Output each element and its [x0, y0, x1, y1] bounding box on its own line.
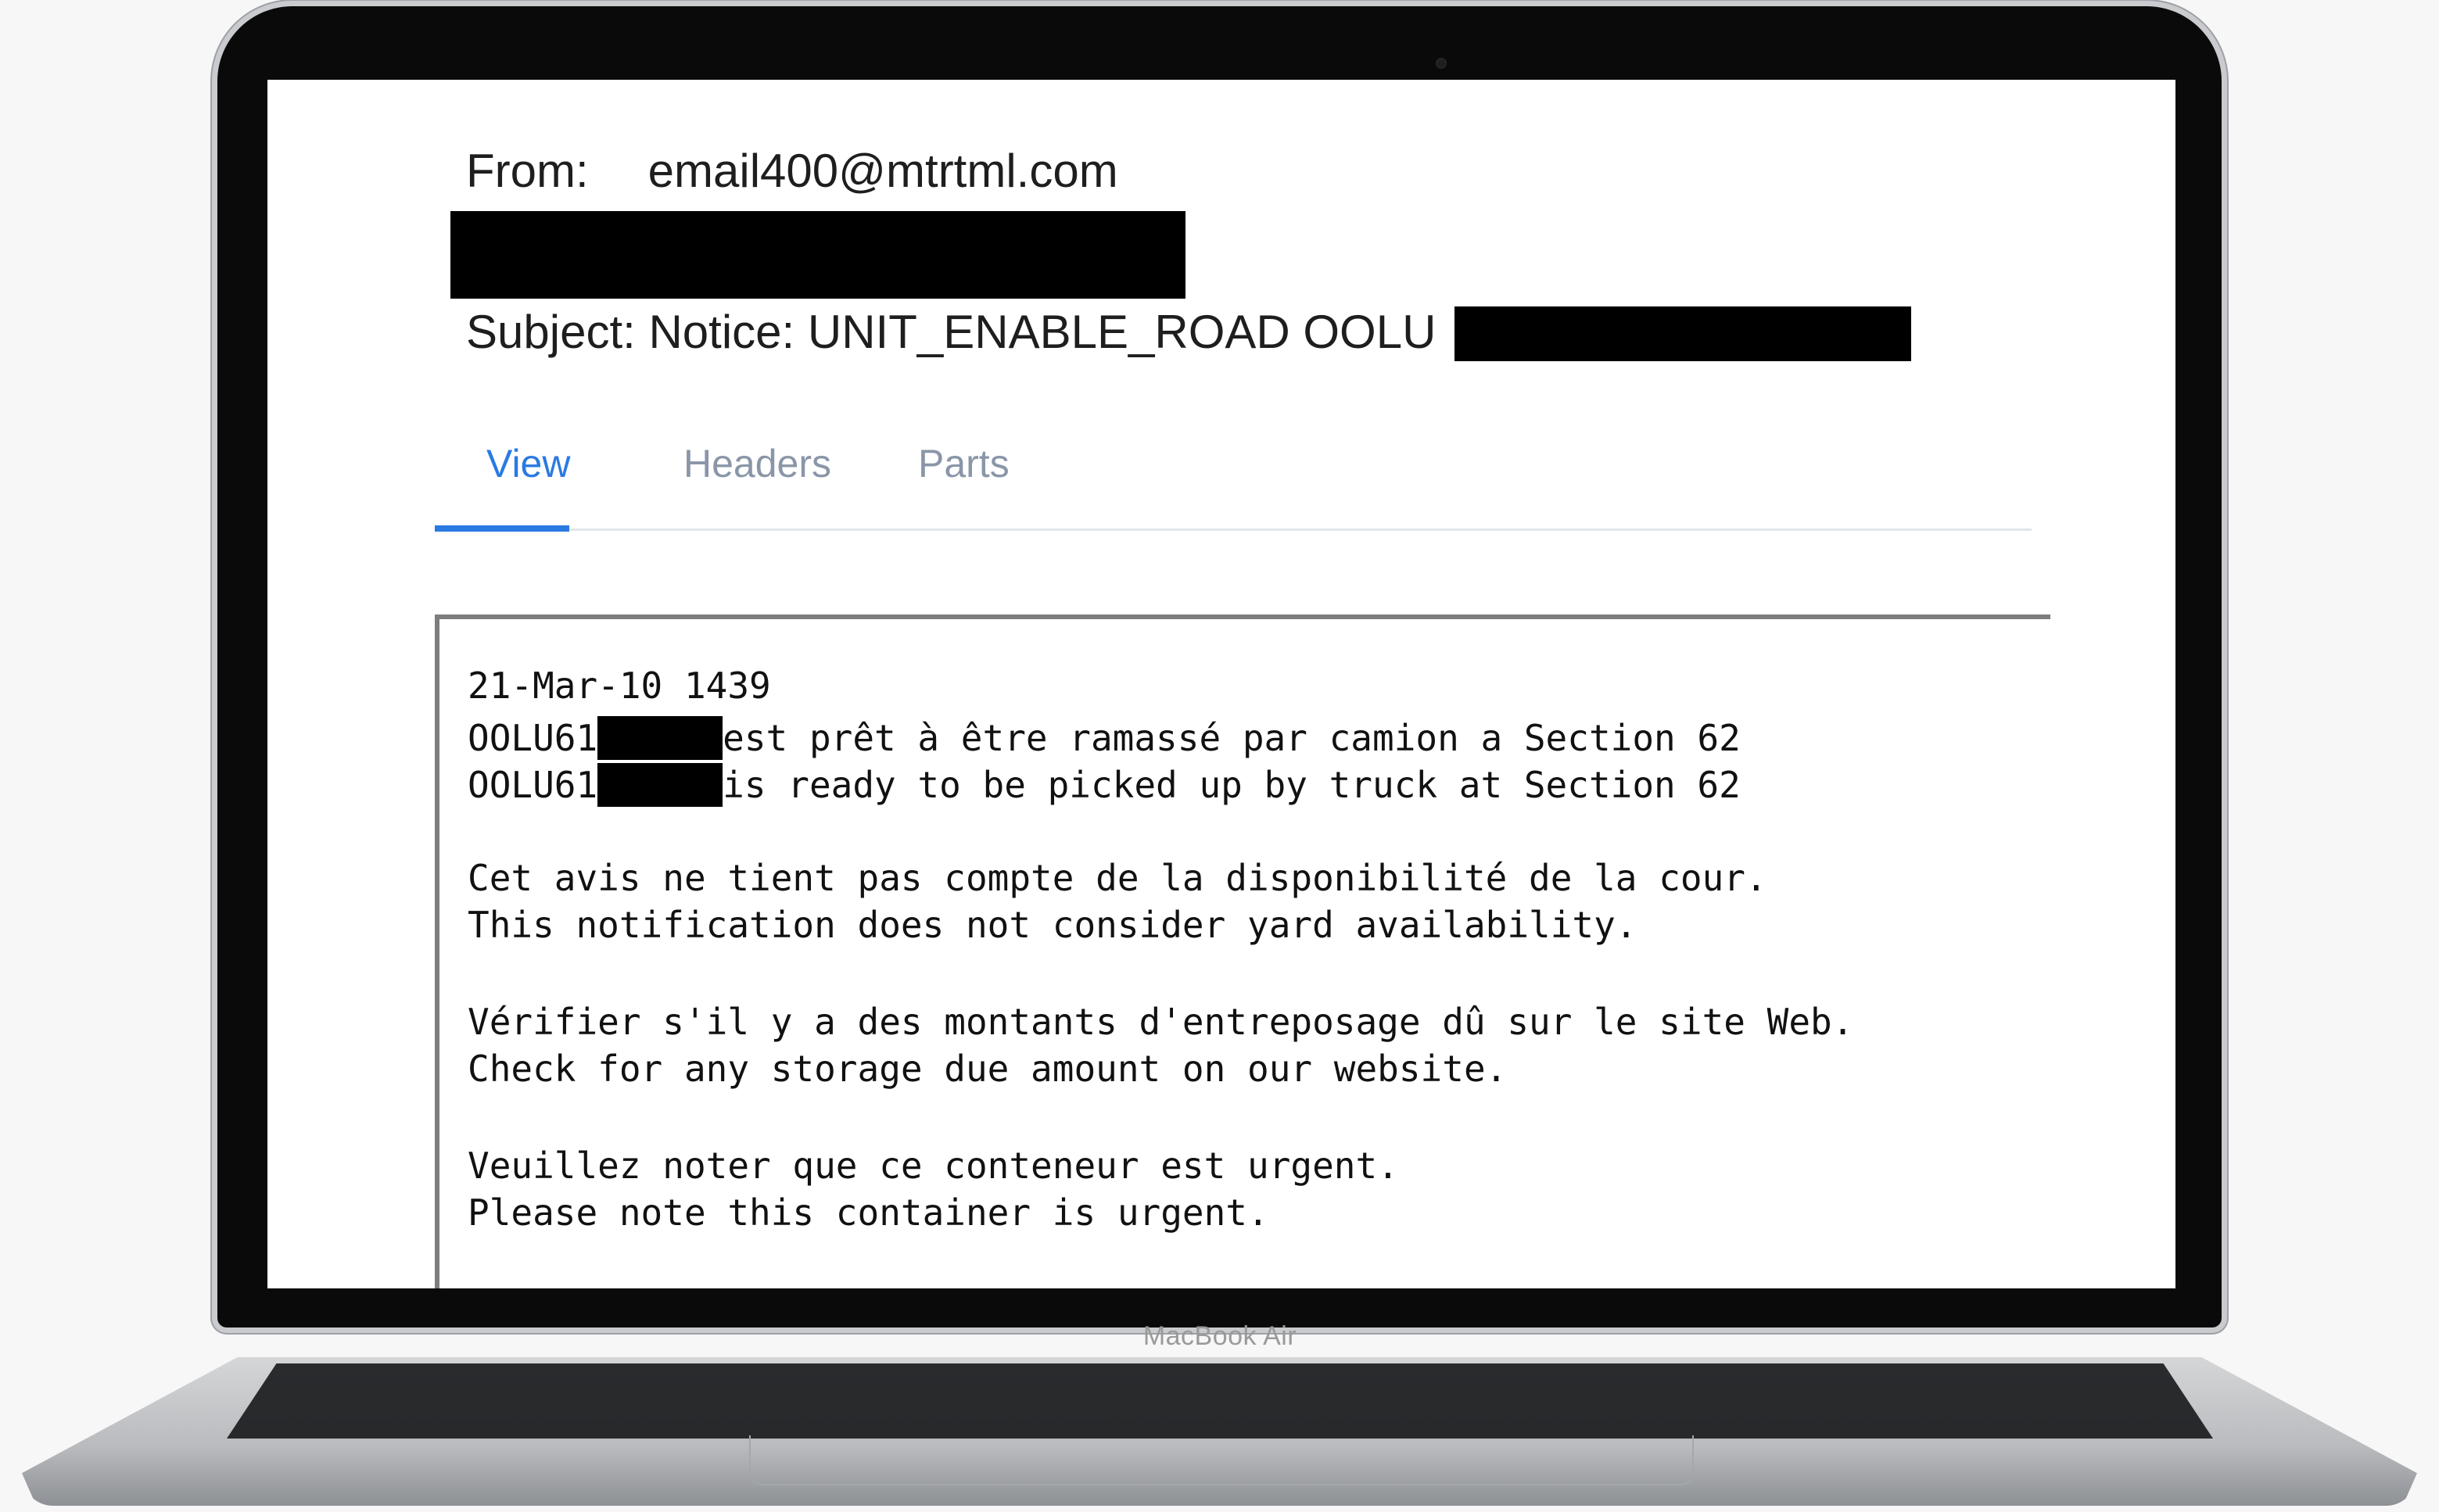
subject-line: Subject: Notice: UNIT_ENABLE_ROAD OOLU [466, 306, 1436, 358]
tab-headers[interactable]: Headers [683, 441, 831, 486]
unit-prefix: OOLU61 [468, 717, 598, 759]
message-timestamp: 21-Mar-10 1439 [468, 665, 771, 707]
tab-view[interactable]: View [486, 441, 570, 486]
ready-text-en: is ready to be picked up by truck at Sec… [723, 764, 1741, 806]
keyboard [227, 1363, 2213, 1439]
from-line: From: email400@mtrtml.com [466, 144, 1118, 198]
message-tabs: View Headers Parts [435, 433, 2032, 532]
unit-prefix: OOLU61 [468, 764, 598, 806]
tab-parts[interactable]: Parts [918, 441, 1010, 486]
message-line-en-ready: OOLU61 is ready to be picked up by truck … [468, 763, 1741, 807]
redacted-recipient-block [450, 211, 1185, 299]
camera-icon [1436, 58, 1447, 69]
message-line-fr-storage: Vérifier s'il y a des montants d'entrepo… [468, 1001, 1854, 1043]
redacted-unit-number [597, 716, 723, 760]
device-brand-label: MacBook Air [1142, 1321, 1297, 1351]
message-line-en-storage: Check for any storage due amount on our … [468, 1048, 1508, 1090]
from-address[interactable]: email400@mtrtml.com [648, 145, 1118, 197]
trackpad [749, 1435, 1694, 1485]
redacted-subject-block [1454, 306, 1911, 361]
message-line-fr-urgent: Veuillez noter que ce conteneur est urge… [468, 1145, 1399, 1187]
message-line-fr-yard: Cet avis ne tient pas compte de la dispo… [468, 857, 1767, 899]
from-label: From: [466, 145, 589, 197]
active-tab-indicator [435, 525, 569, 532]
message-line-fr-ready: OOLU61 est prêt à être ramassé par camion… [468, 716, 1741, 760]
message-line-en-yard: This notification does not consider yard… [468, 904, 1637, 946]
message-line-en-urgent: Please note this container is urgent. [468, 1191, 1269, 1234]
email-viewer: From: email400@mtrtml.com Subject: Notice… [267, 80, 2175, 1288]
ready-text-fr: est prêt à être ramassé par camion a Sec… [723, 717, 1741, 759]
redacted-unit-number [597, 763, 723, 807]
